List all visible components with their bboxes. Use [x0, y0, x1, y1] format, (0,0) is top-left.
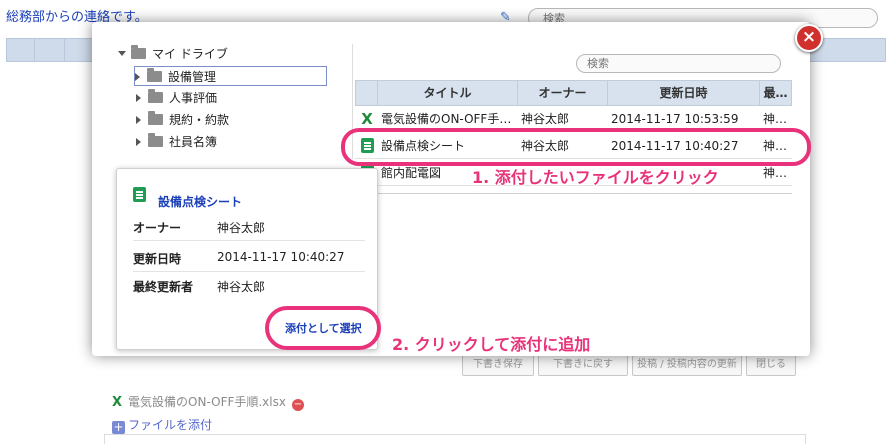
file-list-border [355, 193, 792, 194]
owner-value: 神谷太郎 [217, 221, 266, 235]
folder-icon [148, 133, 163, 147]
excel-icon: X [112, 395, 123, 410]
expand-icon[interactable] [136, 138, 141, 146]
tree-item-facility[interactable]: 設備管理 [134, 66, 328, 86]
post-button[interactable]: 投稿 / 投稿内容の更新 [632, 354, 742, 376]
attached-file: X 電気設備のON-OFF手順.xlsx − [112, 393, 304, 411]
annotation-step1: 1. 添付したいファイルをクリック [472, 168, 719, 187]
file-info-last-updater-row: 最終更新者 神谷太郎 [133, 270, 365, 300]
column-header-icon [356, 81, 378, 105]
file-search-input[interactable] [576, 54, 781, 73]
updated-value: 2014-11-17 10:40:27 [217, 250, 345, 264]
page-table-header-cell [7, 39, 35, 61]
file-list-header: タイトル オーナー 更新日時 最… [355, 80, 792, 106]
expand-icon[interactable] [136, 94, 141, 102]
collapse-icon[interactable] [118, 51, 126, 56]
tree-item-label: 社員名簿 [169, 135, 218, 149]
remove-icon[interactable]: − [291, 399, 304, 411]
revert-draft-button[interactable]: 下書きに戻す [538, 354, 628, 376]
folder-icon [147, 68, 162, 82]
close-page-button[interactable]: 閉じる [746, 354, 796, 376]
file-info-title[interactable]: 設備点検シート [133, 187, 242, 210]
column-header-owner[interactable]: オーナー [518, 81, 608, 105]
last-updater-label: 最終更新者 [133, 280, 194, 294]
tree-item-rules[interactable]: 規約・約款 [136, 110, 229, 130]
close-icon[interactable]: × [795, 24, 823, 52]
annotation-ring-row [341, 128, 811, 166]
expand-icon[interactable] [136, 116, 141, 124]
add-file-link[interactable]: + ファイルを添付 [112, 416, 212, 434]
last-updater-value: 神谷太郎 [217, 280, 266, 294]
annotation-step2: 2. クリックして添付に追加 [392, 335, 591, 354]
add-file-label: ファイルを添付 [128, 418, 213, 432]
annotation-ring-select [265, 306, 381, 350]
tree-item-label: 人事評価 [169, 91, 218, 105]
plus-icon: + [112, 420, 125, 434]
folder-icon [131, 45, 146, 59]
expand-icon[interactable] [135, 73, 140, 81]
attached-file-name: 電気設備のON-OFF手順.xlsx [128, 395, 286, 409]
file-info-updated-row: 更新日時 2014-11-17 10:40:27 [133, 242, 365, 272]
column-header-title[interactable]: タイトル [378, 81, 518, 105]
tree-item-roster[interactable]: 社員名簿 [136, 132, 217, 152]
excel-icon: X [361, 110, 373, 128]
sheet-icon [133, 187, 146, 202]
column-header-last[interactable]: 最… [760, 81, 791, 105]
tree-item-hr[interactable]: 人事評価 [136, 88, 217, 108]
file-info-owner-row: オーナー 神谷太郎 [133, 211, 365, 241]
folder-icon [148, 111, 163, 125]
tree-item-label: 規約・約款 [169, 113, 230, 127]
tree-item-label: 設備管理 [168, 70, 217, 84]
updated-label: 更新日時 [133, 252, 182, 266]
page-table-header-cell [35, 39, 65, 61]
tree-item-my-drive[interactable]: マイ ドライブ [118, 44, 228, 64]
column-header-updated[interactable]: 更新日時 [608, 81, 760, 105]
save-draft-button[interactable]: 下書き保存 [462, 354, 534, 376]
page-footer-bar [104, 434, 806, 444]
folder-icon [148, 89, 163, 103]
file-info-title-text: 設備点検シート [158, 195, 243, 209]
owner-label: オーナー [133, 221, 182, 235]
tree-item-label: マイ ドライブ [152, 47, 228, 61]
